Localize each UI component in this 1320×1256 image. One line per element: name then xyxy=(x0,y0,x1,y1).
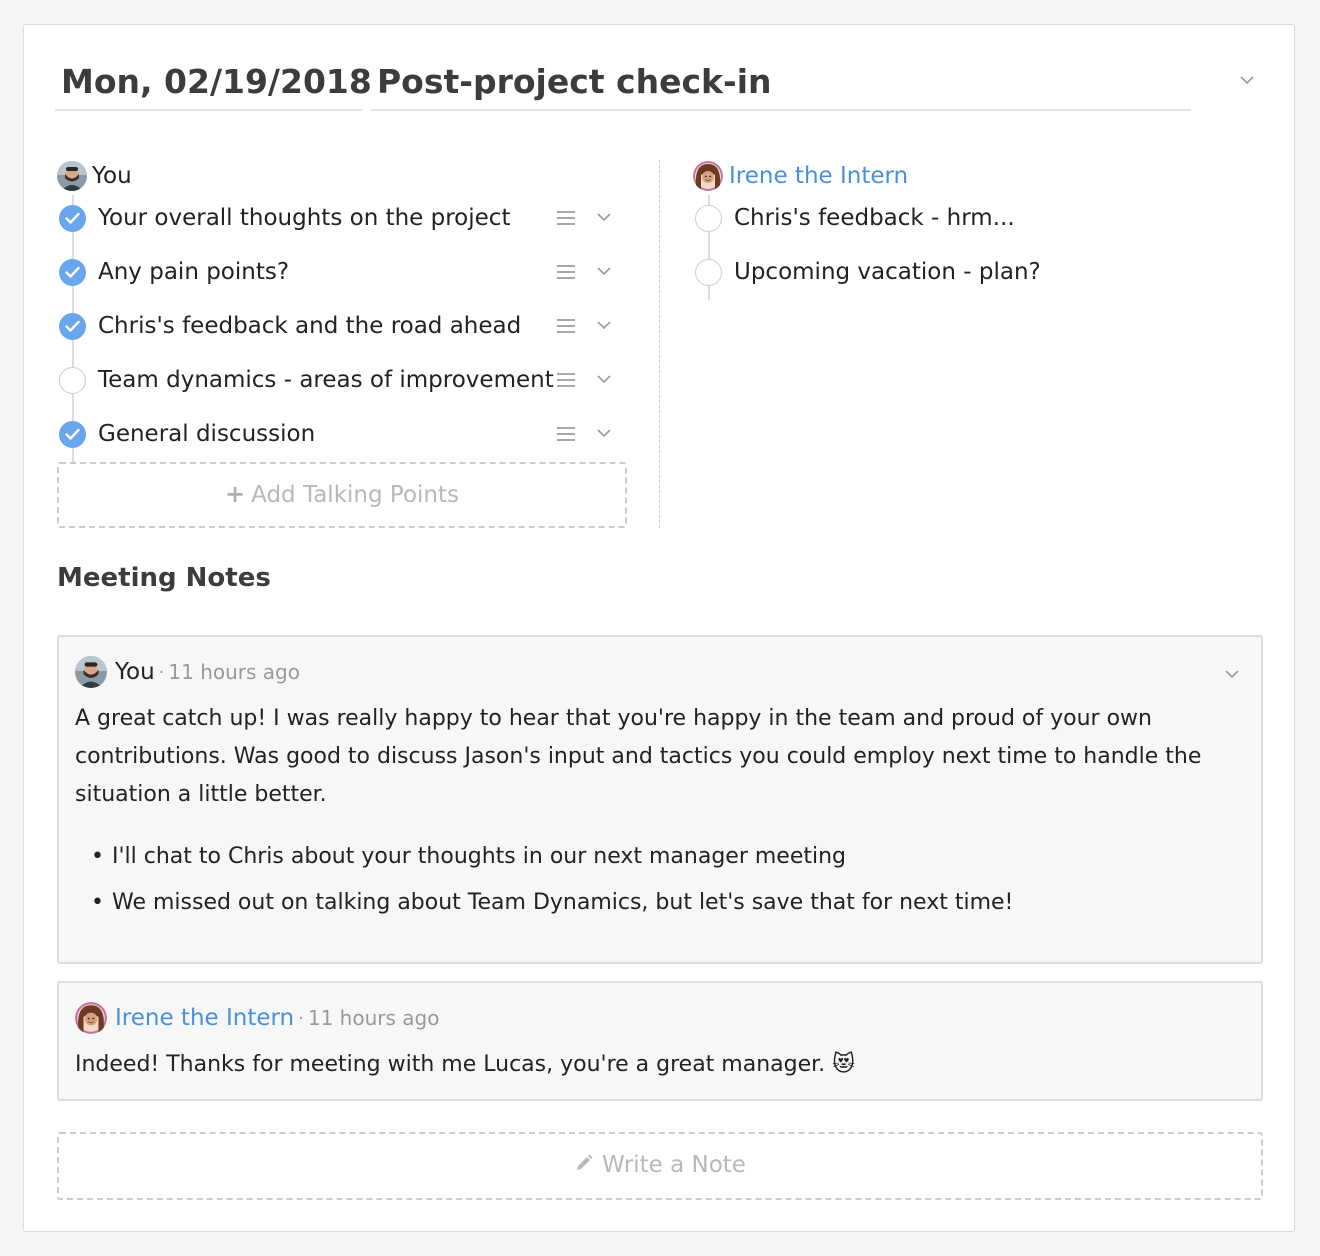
note-bullet-list: I'll chat to Chris about your thoughts i… xyxy=(91,834,1013,926)
chevron-down-icon[interactable] xyxy=(1224,666,1240,682)
note-card: Irene the Intern · 11 hours ago Indeed! Th… xyxy=(57,981,1263,1101)
note-separator: · xyxy=(158,661,165,683)
write-note-label: Write a Note xyxy=(602,1152,746,1178)
check-icon xyxy=(65,428,80,440)
add-talking-points-button[interactable]: + Add Talking Points xyxy=(57,462,627,528)
drag-handle-icon[interactable] xyxy=(557,427,575,441)
drag-handle-icon[interactable] xyxy=(557,319,575,333)
note-header: Irene the Intern · 11 hours ago xyxy=(75,1002,439,1034)
meeting-card: Mon, 02/19/2018 Post-project check-in Yo… xyxy=(23,24,1295,1232)
avatar xyxy=(75,1002,107,1034)
talking-point-checkbox[interactable] xyxy=(695,259,722,286)
talking-point-checkbox[interactable] xyxy=(59,367,86,394)
plus-icon: + xyxy=(225,480,246,508)
talking-point-text: Team dynamics - areas of improvement xyxy=(98,367,554,393)
talking-point-text: General discussion xyxy=(98,421,316,447)
avatar xyxy=(75,656,107,688)
note-timestamp: 11 hours ago xyxy=(307,1006,440,1030)
pencil-icon xyxy=(577,1154,593,1170)
talking-point-checkbox[interactable] xyxy=(695,205,722,232)
talking-point-text: Any pain points? xyxy=(98,259,290,285)
note-body: A great catch up! I was really happy to … xyxy=(75,700,1245,814)
chevron-down-icon[interactable] xyxy=(596,371,612,387)
check-icon xyxy=(65,212,80,224)
column-owner-name: You xyxy=(92,163,132,189)
drag-handle-icon[interactable] xyxy=(557,265,575,279)
talking-point-checkbox[interactable] xyxy=(59,259,86,286)
talking-point-text: Upcoming vacation - plan? xyxy=(734,259,1041,285)
column-owner-name[interactable]: Irene the Intern xyxy=(729,161,908,191)
talking-point-checkbox[interactable] xyxy=(59,205,86,232)
avatar xyxy=(57,161,87,191)
meeting-date-field[interactable]: Mon, 02/19/2018 xyxy=(55,59,372,111)
note-text: A great catch up! I was really happy to … xyxy=(75,706,1202,807)
chevron-down-icon[interactable] xyxy=(596,425,612,441)
talking-point-text: Chris's feedback - hrm... xyxy=(734,205,1015,231)
talking-point-checkbox[interactable] xyxy=(59,313,86,340)
check-icon xyxy=(65,266,80,278)
meeting-notes-title: Meeting Notes xyxy=(57,563,271,593)
note-separator: · xyxy=(298,1007,304,1029)
avatar xyxy=(693,161,723,191)
check-icon xyxy=(65,320,80,332)
write-note-button[interactable]: Write a Note xyxy=(57,1132,1263,1200)
note-text: Indeed! Thanks for meeting with me Lucas… xyxy=(75,1052,856,1077)
drag-handle-icon[interactable] xyxy=(557,211,575,225)
note-timestamp: 11 hours ago xyxy=(168,660,300,684)
note-bullet: We missed out on talking about Team Dyna… xyxy=(91,880,1013,926)
chevron-down-icon[interactable] xyxy=(596,317,612,333)
drag-handle-icon[interactable] xyxy=(557,373,575,387)
note-body: Indeed! Thanks for meeting with me Lucas… xyxy=(75,1046,1245,1084)
note-header: You · 11 hours ago xyxy=(75,656,300,688)
talking-point-text: Chris's feedback and the road ahead xyxy=(98,313,522,339)
note-author[interactable]: Irene the Intern xyxy=(115,1005,294,1031)
note-bullet: I'll chat to Chris about your thoughts i… xyxy=(91,834,1013,880)
meeting-title-field[interactable]: Post-project check-in xyxy=(371,59,1191,111)
talking-point-checkbox[interactable] xyxy=(59,421,86,448)
add-talking-points-label: Add Talking Points xyxy=(251,482,459,508)
chevron-down-icon[interactable] xyxy=(596,209,612,225)
talking-point-text: Your overall thoughts on the project xyxy=(98,205,511,231)
note-author: You xyxy=(115,659,155,685)
note-card: You · 11 hours ago A great catch up! I was… xyxy=(57,635,1263,964)
chevron-down-icon[interactable] xyxy=(596,263,612,279)
column-divider xyxy=(659,160,660,528)
chevron-down-icon[interactable] xyxy=(1239,72,1255,88)
